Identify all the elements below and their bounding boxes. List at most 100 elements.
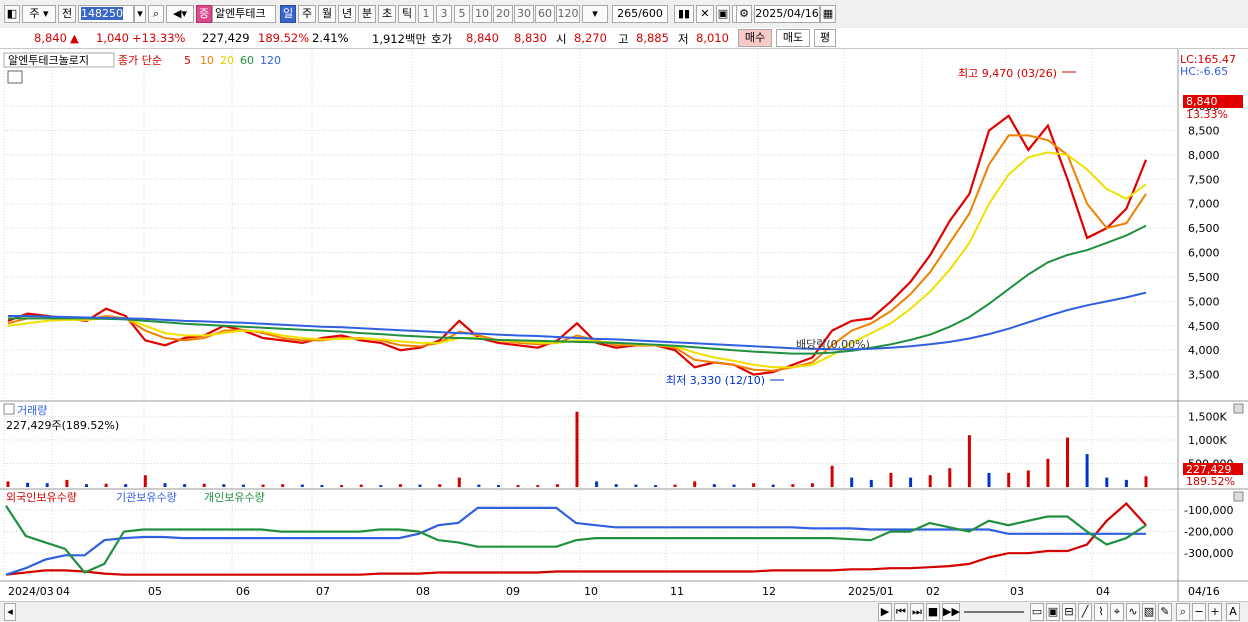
legend-foreign: 외국인보유수량 <box>6 491 77 504</box>
calendar-icon[interactable]: ▦ <box>820 5 836 23</box>
price-tick-label: 3,500 <box>1188 369 1220 382</box>
amount: 1,912백만 <box>372 32 427 46</box>
layout-icon[interactable]: ▣ <box>1046 603 1060 621</box>
stop-icon[interactable]: ■ <box>926 603 940 621</box>
magnifier-icon[interactable]: ⌕ <box>1176 603 1190 621</box>
tab-year[interactable]: 년 <box>338 5 356 23</box>
high-annotation: 최고 9,470 (03/26) <box>958 67 1057 80</box>
price-tick-label: 6,500 <box>1188 222 1220 235</box>
stock-name[interactable]: 알엔투테크 <box>212 5 276 23</box>
stock-code-input[interactable]: 148250 <box>78 5 134 23</box>
interval-5[interactable]: 5 <box>454 5 470 23</box>
interval-30[interactable]: 30 <box>514 5 534 23</box>
crosshair-icon[interactable]: ✕ <box>696 5 714 23</box>
volume-bar <box>1124 479 1128 487</box>
plus-icon[interactable]: + <box>1208 603 1222 621</box>
volume-bar <box>85 484 88 487</box>
volume-bar <box>398 484 402 487</box>
pencil-icon[interactable]: ✎ <box>1158 603 1172 621</box>
volume-bar <box>1085 454 1089 487</box>
tab-week[interactable]: 주 <box>298 5 316 23</box>
volume-bar <box>438 484 442 487</box>
open-label: 시 <box>556 32 567 46</box>
candle-icon[interactable]: ▮▮ <box>674 5 694 23</box>
pattern-icon[interactable]: ⌇ <box>1094 603 1108 621</box>
fast-forward-icon[interactable]: ▶▶ <box>942 603 960 621</box>
interval-1[interactable]: 1 <box>418 5 434 23</box>
chart-area[interactable]: 9,0008,5008,0007,5007,0006,5006,0005,500… <box>0 49 1248 601</box>
volume-bar <box>379 485 383 487</box>
zoom-out-icon[interactable]: ▭ <box>1030 603 1044 621</box>
volume-panel-close-icon[interactable] <box>1233 403 1244 414</box>
volume-bar <box>712 484 716 487</box>
image-icon[interactable]: ▧ <box>1142 603 1156 621</box>
stock-badge: 증 <box>196 5 212 23</box>
price-tick-label: 7,000 <box>1188 198 1220 211</box>
x-tick-label: 04/16 <box>1188 585 1220 598</box>
volume-bar <box>850 477 854 487</box>
volume-bar <box>771 484 775 487</box>
volume-bar <box>202 483 206 487</box>
volume-bar <box>104 483 108 487</box>
table-icon[interactable] <box>7 70 23 84</box>
count-display[interactable]: 265/600 <box>612 5 668 23</box>
holding-panel-close-icon[interactable] <box>1233 491 1244 502</box>
window-icon[interactable]: ◧ <box>4 5 20 23</box>
zoom-slider[interactable] <box>964 611 1024 613</box>
volume-bar <box>791 484 795 487</box>
sell-button[interactable]: 매도 <box>776 29 810 47</box>
volume-bar <box>300 484 304 487</box>
interval-dropdown[interactable]: ▾ <box>582 5 608 23</box>
holding-tick-label: -100,000 <box>1184 504 1233 517</box>
volume-bar <box>477 484 481 487</box>
x-tick-label: 05 <box>148 585 162 598</box>
volume-bar <box>575 411 579 487</box>
tab-minute[interactable]: 분 <box>358 5 376 23</box>
auto-icon[interactable]: A <box>1226 603 1240 621</box>
interval-60[interactable]: 60 <box>535 5 555 23</box>
ask-price: 8,840 <box>466 31 499 45</box>
period-label: 주 <box>29 7 40 20</box>
draw-icon[interactable]: ╱ <box>1078 603 1092 621</box>
volume-bar <box>26 482 30 487</box>
volume-bar <box>1007 472 1011 487</box>
play-icon[interactable]: ▶ <box>878 603 892 621</box>
rewind-icon[interactable]: ⏮ <box>894 603 908 621</box>
tab-tick[interactable]: 틱 <box>398 5 416 23</box>
volume-bar <box>830 465 834 487</box>
price-tick-label: 7,500 <box>1188 173 1220 186</box>
forward-icon[interactable]: ⏭ <box>910 603 924 621</box>
high-label: 고 <box>618 32 629 46</box>
interval-3[interactable]: 3 <box>436 5 452 23</box>
volume-bar <box>634 484 638 487</box>
wave-icon[interactable]: ∿ <box>1126 603 1140 621</box>
buy-button[interactable]: 매수 <box>738 29 772 47</box>
tab-day[interactable]: 일 <box>280 5 296 23</box>
tab-month[interactable]: 월 <box>318 5 336 23</box>
volume-bar <box>1046 458 1050 487</box>
save-icon[interactable]: ▣ <box>716 5 730 23</box>
legend-ma120: 120 <box>260 54 281 67</box>
interval-120[interactable]: 120 <box>556 5 580 23</box>
interval-10[interactable]: 10 <box>472 5 492 23</box>
interval-20[interactable]: 20 <box>493 5 513 23</box>
price-change: 1,040 <box>96 31 129 45</box>
price-tick-label: 6,000 <box>1188 247 1220 260</box>
average-button[interactable]: 평 <box>814 29 836 47</box>
speaker-icon[interactable]: ◀▾ <box>166 5 194 23</box>
compare-button[interactable]: 전 <box>58 5 76 23</box>
search-icon[interactable]: ⌕ <box>148 5 164 23</box>
volume-ratio: 189.52% <box>258 31 310 45</box>
date-input[interactable]: 2025/04/16 <box>754 5 820 23</box>
minus-icon[interactable]: − <box>1192 603 1206 621</box>
split-icon[interactable]: ⊟ <box>1062 603 1076 621</box>
gear-icon[interactable]: ⚙ <box>736 5 752 23</box>
volume-panel-icon[interactable] <box>3 403 15 415</box>
x-tick-label: 11 <box>670 585 684 598</box>
tab-second[interactable]: 초 <box>378 5 396 23</box>
period-select[interactable]: 주 ▾ <box>22 5 56 23</box>
tool-icon[interactable]: ⌖ <box>1110 603 1124 621</box>
chart-svg[interactable]: 9,0008,5008,0007,5007,0006,5006,0005,500… <box>0 49 1248 601</box>
scroll-left-icon[interactable]: ◂ <box>4 603 16 621</box>
code-dropdown-icon[interactable]: ▾ <box>134 5 146 23</box>
